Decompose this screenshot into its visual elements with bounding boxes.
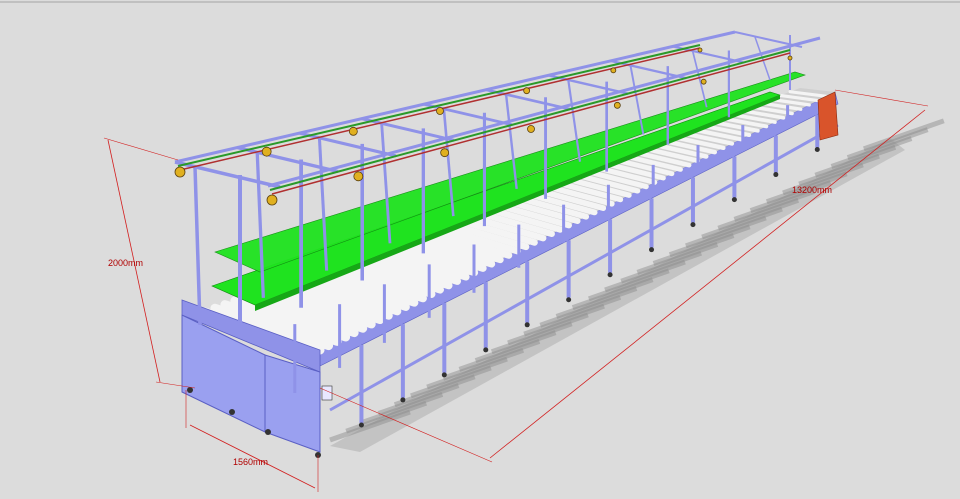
lamp-icon [787, 55, 793, 61]
lamp-icon [353, 171, 364, 182]
lamp-icon [440, 148, 450, 158]
foot [483, 347, 489, 353]
foot [441, 372, 447, 378]
assembly-line-drawing: 13200mm 2000mm 1560mm [0, 0, 960, 499]
foot [731, 197, 737, 203]
lamp-icon [348, 126, 358, 136]
foot [566, 297, 572, 303]
foot [400, 397, 406, 403]
lamp-icon [266, 194, 278, 206]
dimension-height-label: 2000mm [108, 258, 143, 268]
foot [229, 409, 235, 415]
foot [814, 147, 820, 153]
lamp-icon [610, 67, 617, 74]
foot [524, 322, 530, 328]
foot [649, 247, 655, 253]
lamp-icon [700, 78, 707, 85]
foot [773, 172, 779, 178]
foot [358, 422, 364, 428]
control-panel [321, 385, 333, 401]
foot [265, 429, 271, 435]
lamp-icon [613, 101, 621, 109]
end-box [817, 91, 839, 141]
lamp-icon [523, 87, 531, 95]
foot [690, 222, 696, 228]
foot [607, 272, 613, 278]
foot [187, 387, 193, 393]
lamp-icon [436, 107, 444, 115]
lamp-icon [174, 166, 186, 178]
lamp-icon [261, 146, 272, 157]
lamp-icon [697, 47, 703, 53]
lamp-icon [527, 125, 535, 133]
dimension-width-label: 1560mm [233, 457, 268, 467]
dimension-length-label: 13200mm [792, 185, 832, 195]
